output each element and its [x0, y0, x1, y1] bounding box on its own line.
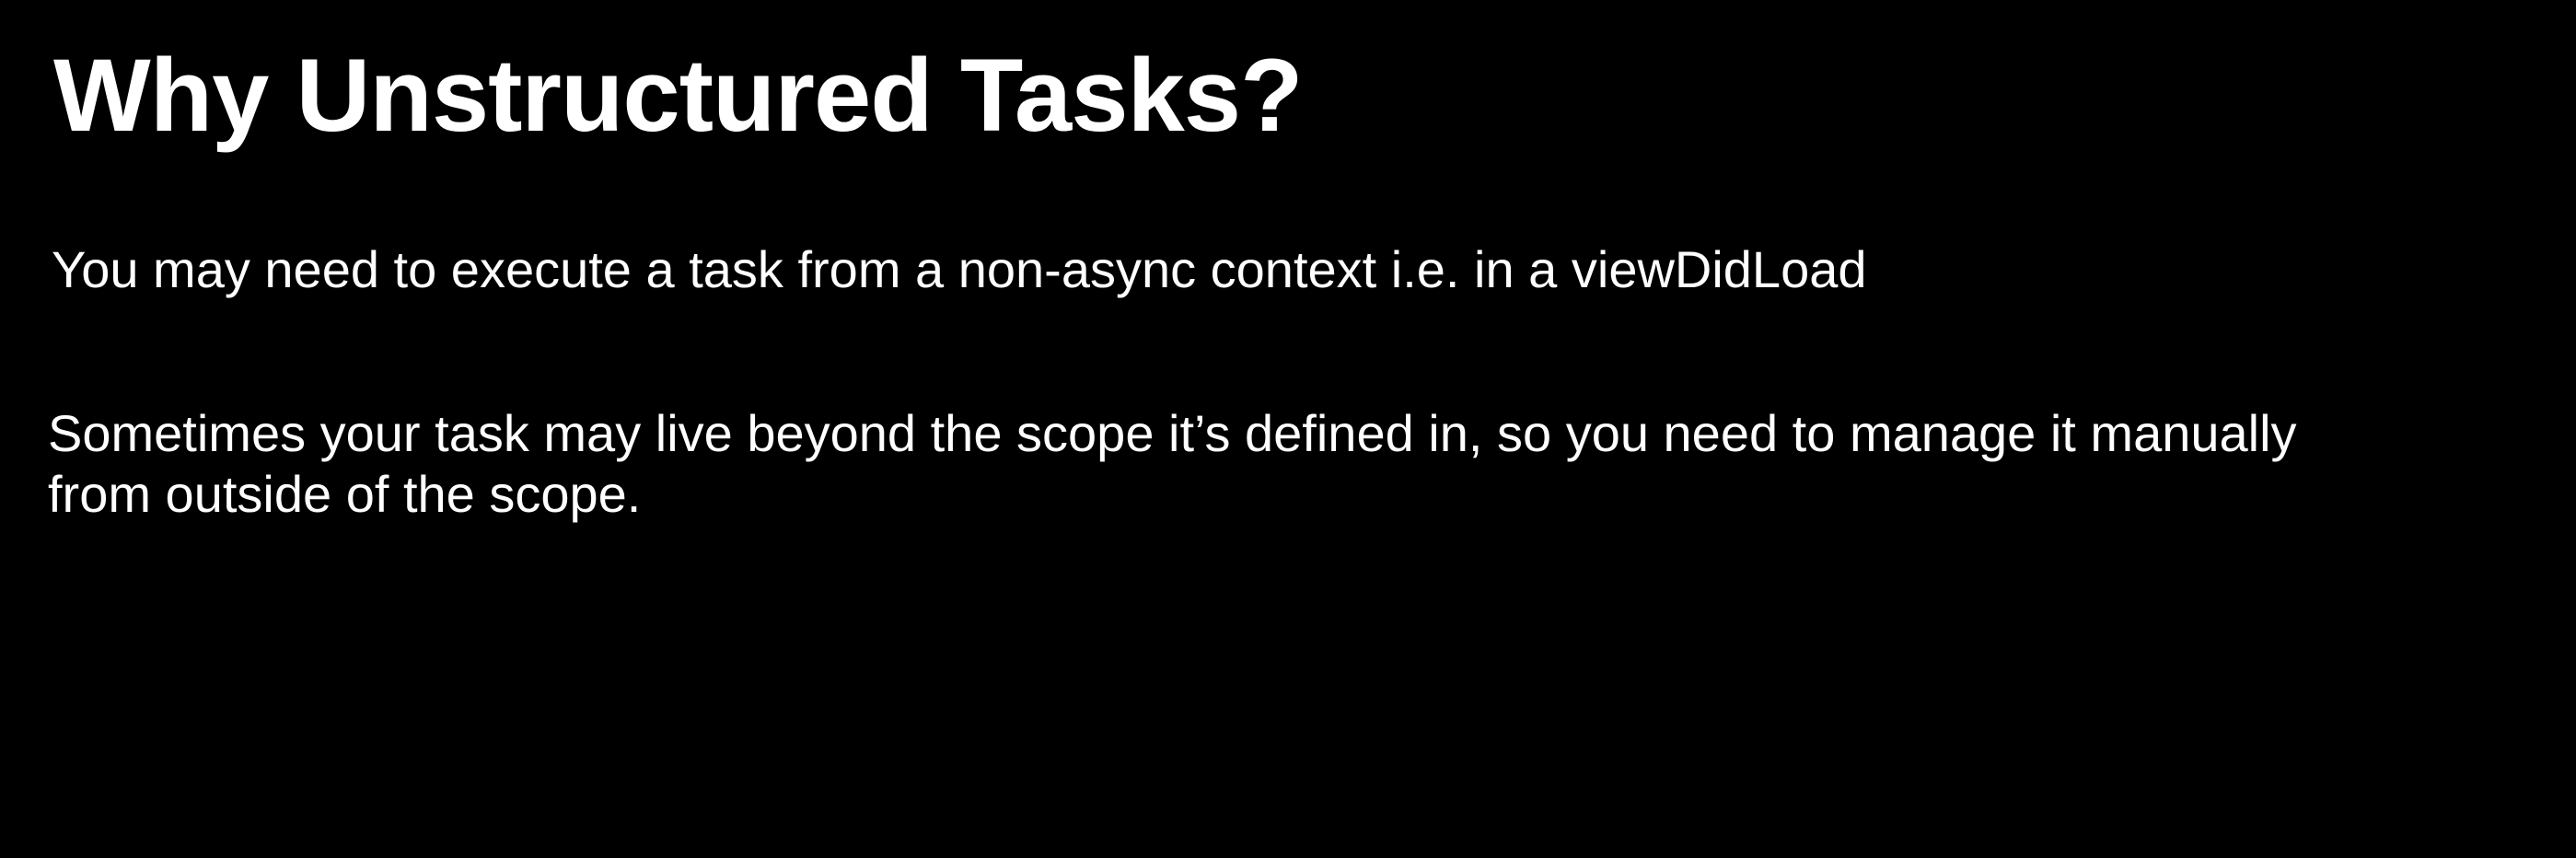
slide-title: Why Unstructured Tasks? — [53, 38, 1303, 153]
slide-point-task-scope: Sometimes your task may live beyond the … — [48, 404, 2297, 523]
slide-body: You may need to execute a task from a no… — [48, 239, 2515, 525]
presentation-slide: Why Unstructured Tasks? You may need to … — [0, 0, 2576, 858]
slide-point-non-async-context: You may need to execute a task from a no… — [52, 240, 1867, 298]
